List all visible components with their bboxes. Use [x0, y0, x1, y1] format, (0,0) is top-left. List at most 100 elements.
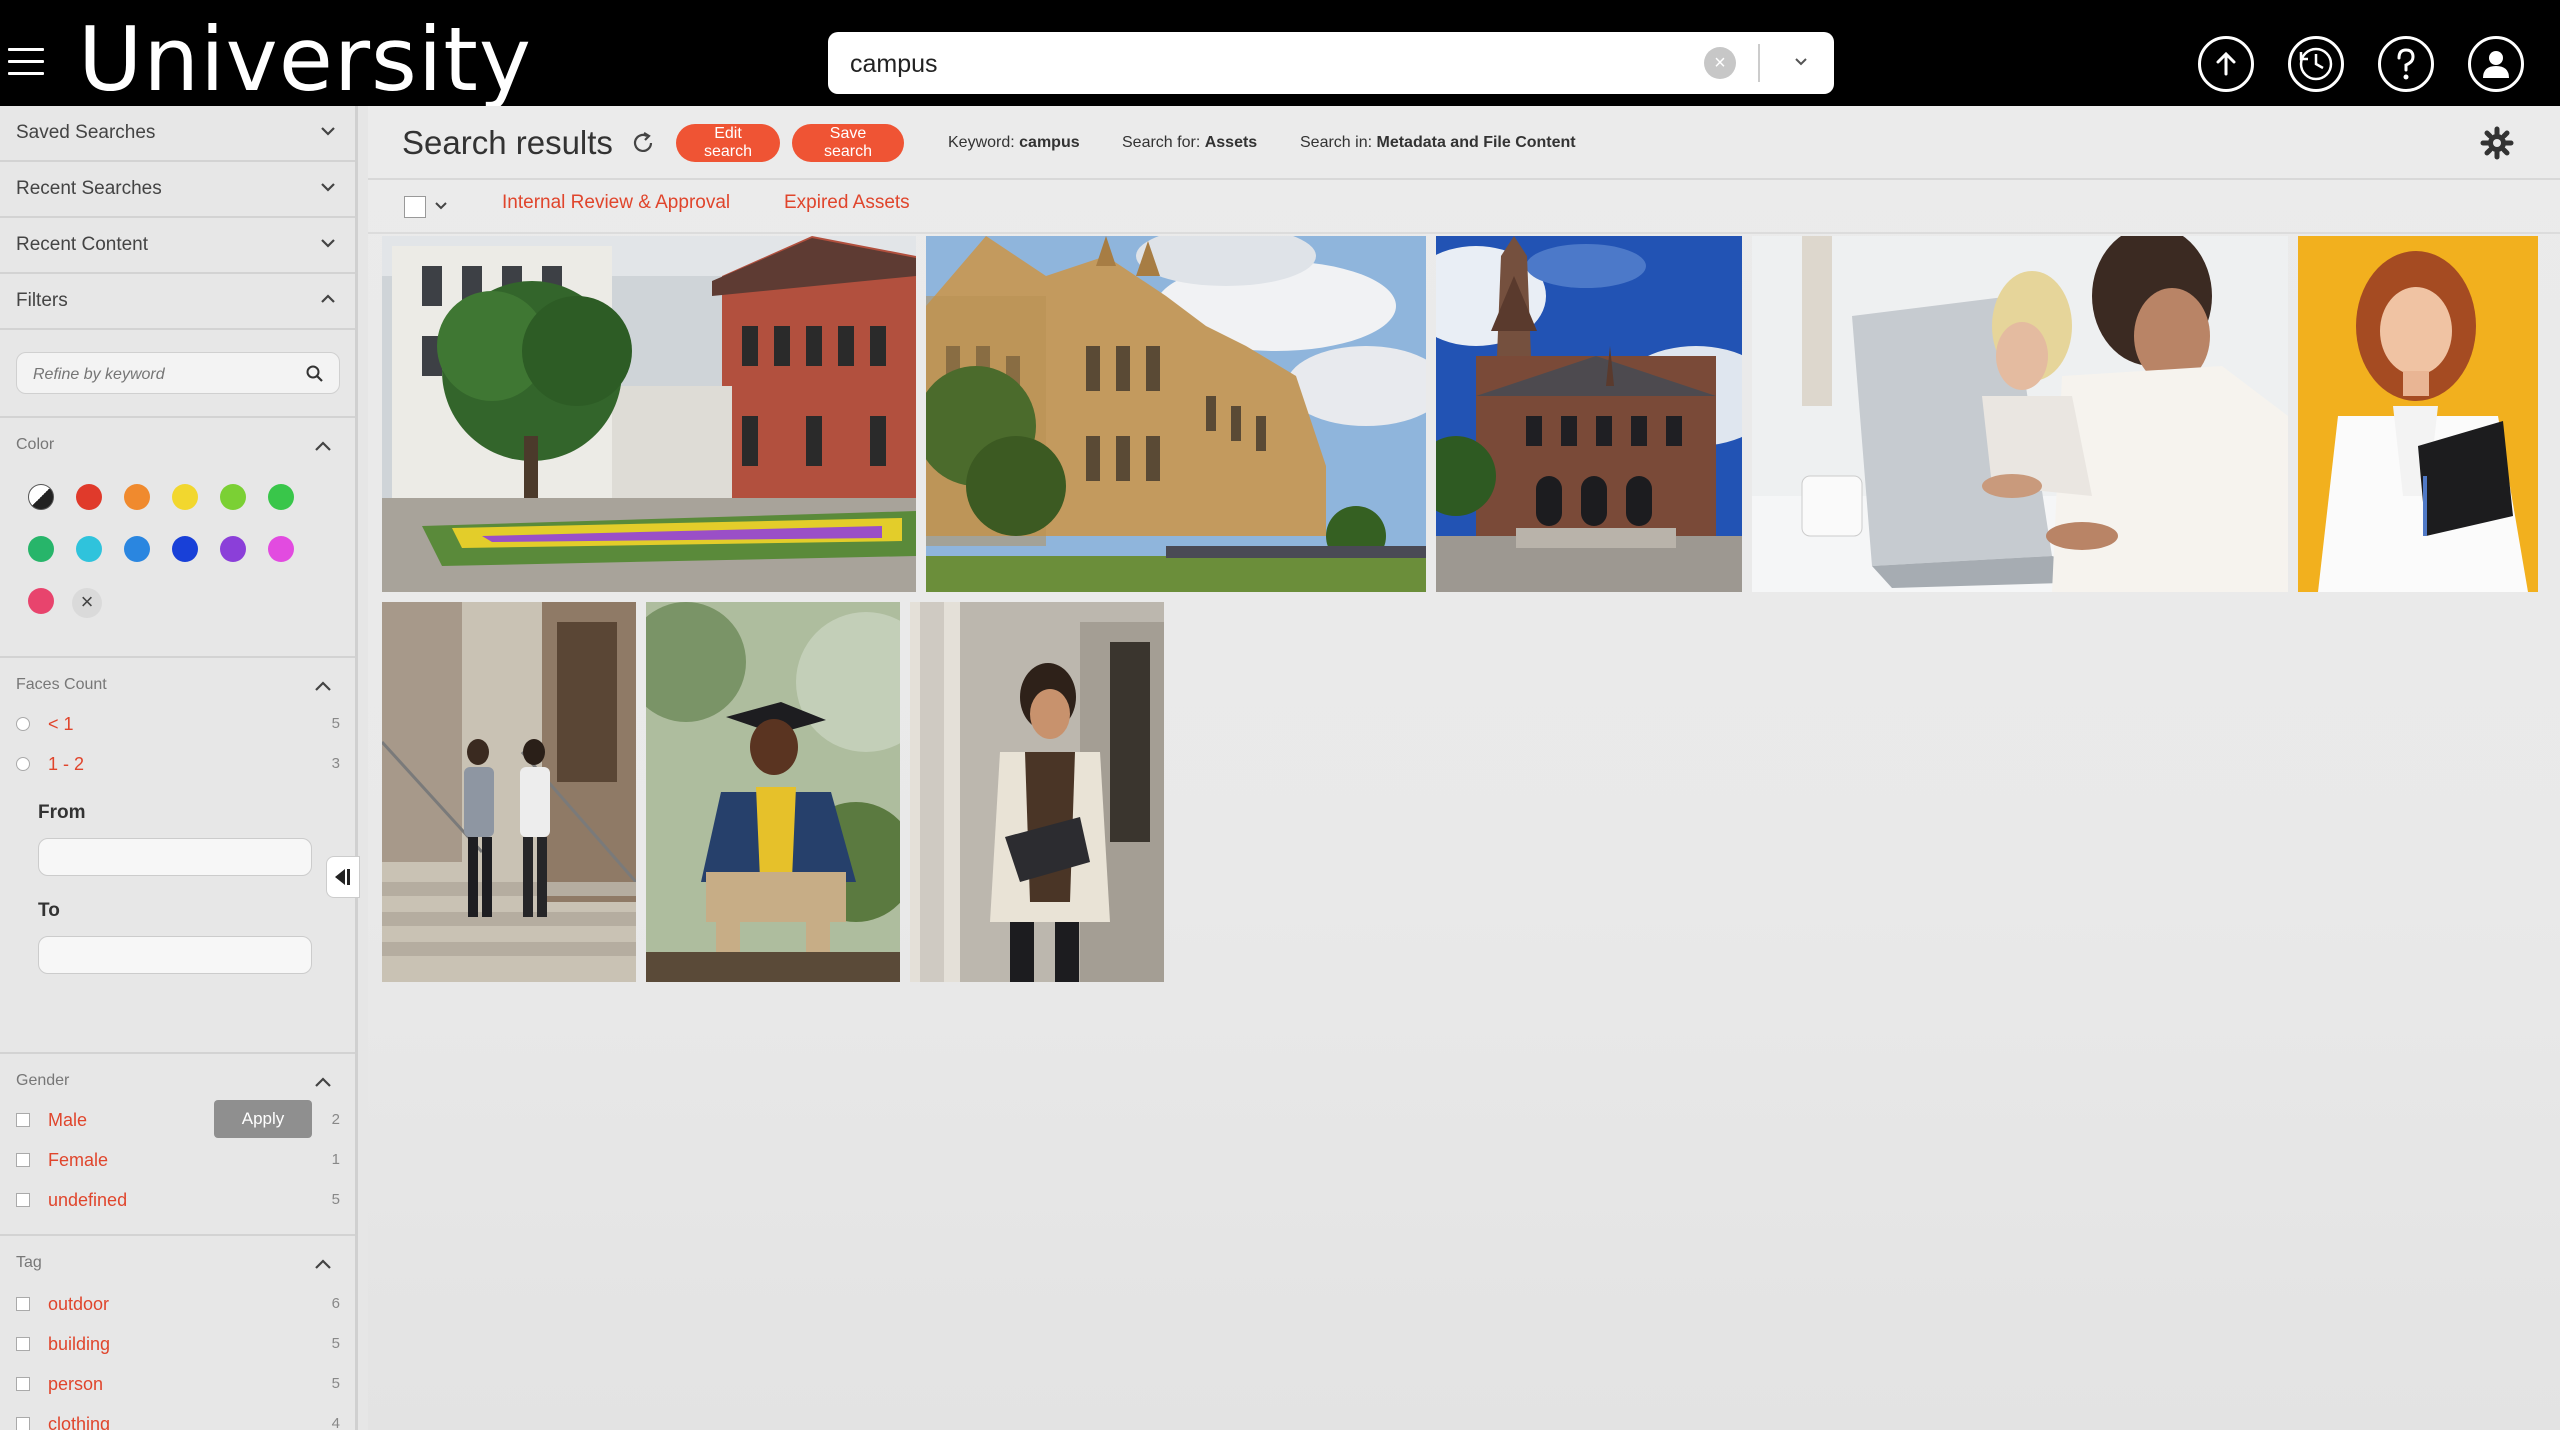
gender-option[interactable]: undefined 5	[16, 1188, 346, 1214]
to-field[interactable]	[38, 936, 312, 974]
clear-search-icon[interactable]: ×	[1704, 47, 1736, 79]
church-building-image	[1436, 236, 1742, 592]
section-label: Recent Searches	[16, 178, 162, 199]
tag-option[interactable]: person 5	[16, 1372, 346, 1398]
from-label: From	[38, 802, 86, 823]
color-swatch-cyan[interactable]	[76, 536, 102, 562]
edit-search-button[interactable]: Edit search	[676, 124, 780, 162]
search-dropdown-icon[interactable]	[1786, 48, 1816, 78]
gender-option[interactable]: Female 1	[16, 1148, 346, 1174]
menu-icon[interactable]	[8, 48, 44, 78]
divider	[0, 656, 355, 658]
refine-keyword-box	[16, 352, 340, 394]
color-swatch-purple[interactable]	[220, 536, 246, 562]
chevron-up-icon[interactable]	[312, 678, 334, 694]
faces-count-label: Faces Count	[16, 676, 107, 693]
brand-logo: University	[78, 8, 532, 111]
divider	[368, 232, 2560, 234]
gender-label: Gender	[16, 1072, 70, 1089]
student-with-folder-image	[2298, 236, 2538, 592]
asset-thumbnail[interactable]	[910, 602, 1164, 982]
color-swatch-yellow[interactable]	[172, 484, 198, 510]
radio-button[interactable]	[16, 757, 30, 771]
history-icon[interactable]	[2288, 36, 2344, 92]
section-label: Filters	[16, 290, 68, 311]
color-swatch-dark-blue[interactable]	[172, 536, 198, 562]
chevron-up-icon[interactable]	[312, 1074, 334, 1090]
help-icon[interactable]	[2378, 36, 2434, 92]
faces-option[interactable]: 1 - 2 3	[16, 752, 346, 778]
color-swatch-magenta[interactable]	[268, 536, 294, 562]
search-box: ×	[828, 32, 1834, 94]
checkbox[interactable]	[16, 1153, 30, 1167]
tag-label: Tag	[16, 1254, 42, 1271]
save-search-button[interactable]: Save search	[792, 124, 904, 162]
section-saved-searches[interactable]: Saved Searches	[0, 106, 355, 162]
graduate-student-image	[646, 602, 900, 982]
asset-thumbnail[interactable]	[1436, 236, 1742, 592]
user-icon[interactable]	[2468, 36, 2524, 92]
section-label: Saved Searches	[16, 122, 156, 143]
sidebar: Saved Searches Recent Searches Recent Co…	[0, 106, 358, 1430]
collapse-sidebar-button[interactable]	[326, 856, 360, 898]
refresh-icon[interactable]	[630, 130, 656, 156]
section-recent-searches[interactable]: Recent Searches	[0, 162, 355, 218]
chevron-down-icon	[321, 239, 335, 248]
tag-option[interactable]: clothing 4	[16, 1412, 346, 1430]
gear-icon[interactable]	[2480, 126, 2514, 160]
checkbox[interactable]	[16, 1337, 30, 1351]
divider	[0, 416, 355, 418]
color-swatch-black-white[interactable]	[28, 484, 54, 510]
color-swatch-orange[interactable]	[124, 484, 150, 510]
tag-option[interactable]: building 5	[16, 1332, 346, 1358]
checkbox[interactable]	[16, 1377, 30, 1391]
section-recent-content[interactable]: Recent Content	[0, 218, 355, 274]
checkbox[interactable]	[16, 1417, 30, 1430]
asset-thumbnail[interactable]	[646, 602, 900, 982]
asset-thumbnail[interactable]	[1752, 236, 2288, 592]
main-content: Search results Edit search Save search K…	[368, 106, 2560, 1430]
chevron-up-icon[interactable]	[312, 1256, 334, 1272]
clear-color-icon[interactable]: ×	[72, 588, 102, 618]
asset-thumbnail[interactable]	[382, 236, 916, 592]
select-all-checkbox[interactable]	[404, 196, 426, 218]
tab-internal-review[interactable]: Internal Review & Approval	[502, 192, 730, 214]
divider	[368, 178, 2560, 180]
top-bar: University ×	[0, 0, 2560, 106]
color-swatch-green[interactable]	[268, 484, 294, 510]
faces-option[interactable]: < 1 5	[16, 712, 346, 738]
student-with-book-image	[910, 602, 1164, 982]
chevron-down-icon[interactable]	[434, 198, 448, 212]
chevron-up-icon[interactable]	[312, 438, 334, 454]
section-filters[interactable]: Filters	[0, 274, 355, 330]
from-field[interactable]	[38, 838, 312, 876]
color-swatch-lime[interactable]	[220, 484, 246, 510]
color-filter-label: Color	[16, 436, 55, 453]
chevron-down-icon	[321, 127, 335, 136]
color-swatch-blue[interactable]	[124, 536, 150, 562]
tag-option[interactable]: outdoor 6	[16, 1292, 346, 1318]
color-swatch-teal-green[interactable]	[28, 536, 54, 562]
page-title: Search results	[402, 124, 613, 161]
asset-thumbnail[interactable]	[926, 236, 1426, 592]
divider	[0, 1052, 355, 1054]
search-icon[interactable]	[305, 364, 325, 384]
tab-expired-assets[interactable]: Expired Assets	[784, 192, 910, 214]
gender-option[interactable]: Male 2	[16, 1108, 346, 1134]
keyword-info: Keyword: campus	[948, 134, 1080, 151]
upload-icon[interactable]	[2198, 36, 2254, 92]
asset-thumbnail[interactable]	[382, 602, 636, 982]
checkbox[interactable]	[16, 1113, 30, 1127]
college-building-image	[926, 236, 1426, 592]
search-in-info: Search in: Metadata and File Content	[1300, 134, 1576, 151]
refine-keyword-input[interactable]	[31, 361, 305, 389]
chevron-up-icon	[321, 294, 335, 303]
students-walking-stairs-image	[382, 602, 636, 982]
checkbox[interactable]	[16, 1297, 30, 1311]
search-input[interactable]	[848, 40, 1732, 88]
color-swatch-pink[interactable]	[28, 588, 54, 614]
radio-button[interactable]	[16, 717, 30, 731]
color-swatch-red[interactable]	[76, 484, 102, 510]
asset-thumbnail[interactable]	[2298, 236, 2538, 592]
checkbox[interactable]	[16, 1193, 30, 1207]
